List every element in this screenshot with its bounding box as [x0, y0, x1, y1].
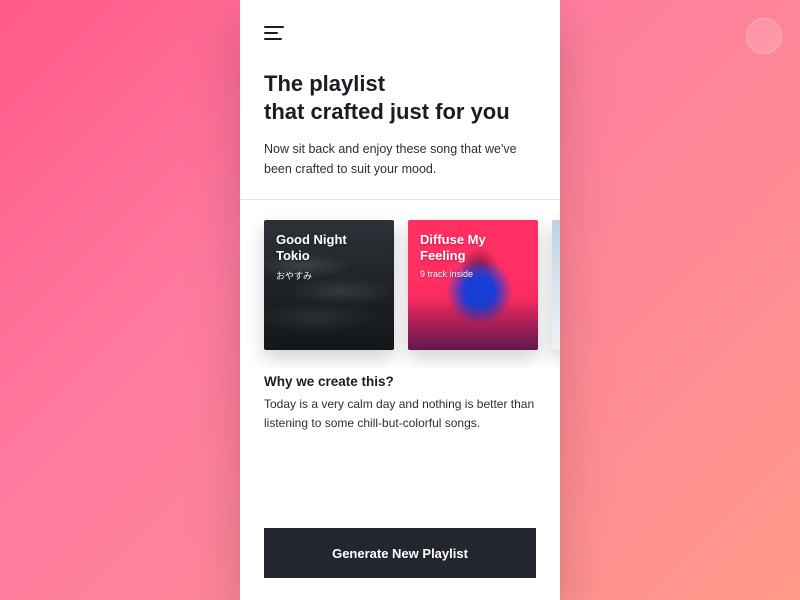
playlist-title: Diffuse My Feeling	[420, 232, 526, 265]
playlist-card[interactable]	[552, 220, 560, 350]
header-block: The playlist that crafted just for you N…	[240, 52, 560, 199]
page-title: The playlist that crafted just for you	[264, 70, 536, 125]
reason-heading: Why we create this?	[264, 374, 536, 389]
reason-block: Why we create this? Today is a very calm…	[240, 368, 560, 432]
footer: Generate New Playlist	[240, 506, 560, 600]
generate-playlist-button[interactable]: Generate New Playlist	[264, 528, 536, 578]
top-bar	[240, 0, 560, 52]
reason-body: Today is a very calm day and nothing is …	[264, 395, 536, 432]
playlist-scroller[interactable]: Good Night Tokio おやすみ Diffuse My Feeling…	[240, 200, 560, 368]
playlist-title: Good Night Tokio	[276, 232, 382, 265]
page-subtitle: Now sit back and enjoy these song that w…	[264, 139, 536, 179]
playlist-subtitle: 9 track inside	[420, 269, 526, 279]
playlist-card[interactable]: Good Night Tokio おやすみ	[264, 220, 394, 350]
decorative-orb	[746, 18, 782, 54]
menu-icon[interactable]	[264, 26, 284, 40]
playlist-card[interactable]: Diffuse My Feeling 9 track inside	[408, 220, 538, 350]
phone-frame: The playlist that crafted just for you N…	[240, 0, 560, 600]
playlist-subtitle: おやすみ	[276, 269, 382, 282]
